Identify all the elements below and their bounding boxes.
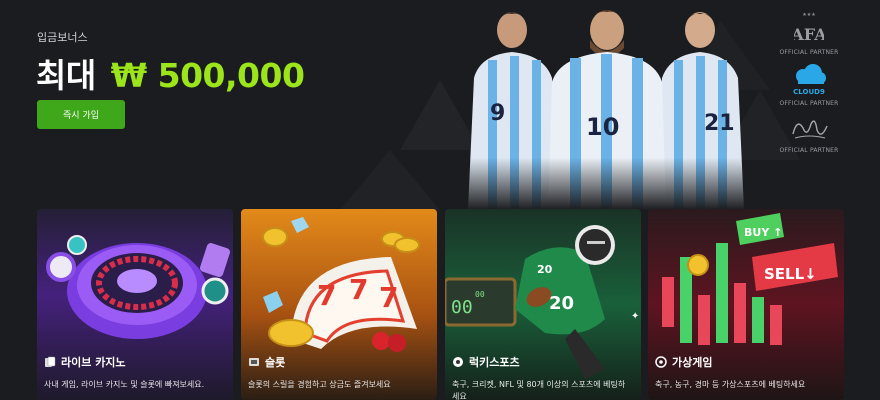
card-title: 가상게임: [655, 354, 840, 370]
card-title: 슬롯: [248, 354, 433, 370]
svg-text:CLOUD9: CLOUD9: [793, 88, 825, 96]
partner-signature: OFFICIAL PARTNER: [776, 114, 842, 154]
svg-text:SELL↓: SELL↓: [764, 265, 817, 283]
join-now-button[interactable]: 즉시 가입: [37, 100, 125, 129]
virtual-icon: [655, 356, 667, 368]
svg-text:20: 20: [549, 293, 574, 314]
card-live-casino[interactable]: 라이브 카지노 사내 게임, 라이브 카지노 및 슬롯에 빠져보세요.: [37, 209, 233, 400]
card-lucky-sports[interactable]: 00 00 20 20 ✦ 럭키스포츠 축구, 크리켓, NFL 및 80개 이…: [445, 209, 641, 400]
cloud9-logo-icon: CLOUD9: [793, 64, 826, 96]
hero-title-prefix: 최대: [36, 56, 96, 95]
slot-icon: [249, 358, 259, 366]
card-slots[interactable]: 7 7 7 슬롯 슬롯의 스릴을 경험하고 상금도 즐겨보세요: [241, 209, 437, 400]
hero-subtitle: 입금보너스: [37, 31, 88, 44]
svg-text:20: 20: [537, 263, 553, 276]
svg-text:7: 7: [379, 281, 398, 314]
partner-label: OFFICIAL PARTNER: [779, 147, 839, 154]
svg-text:AFA: AFA: [794, 25, 824, 44]
card-title: 럭키스포츠: [452, 354, 637, 370]
card-description: 슬롯의 스릴을 경험하고 상금도 즐겨보세요: [248, 380, 391, 389]
cards-icon: [45, 356, 56, 367]
svg-text:00: 00: [475, 290, 485, 299]
svg-text:00: 00: [451, 297, 473, 318]
partner-afa: ★★★ AFA OFFICIAL PARTNER: [776, 10, 842, 56]
card-description: 사내 게임, 라이브 카지노 및 슬롯에 빠져보세요.: [44, 380, 205, 389]
card-info: 슬롯 슬롯의 스릴을 경험하고 상금도 즐겨보세요: [248, 354, 433, 391]
hero-title: 최대 ₩ 500,000: [36, 49, 305, 97]
svg-text:7: 7: [317, 279, 336, 312]
card-info: 가상게임 축구, 농구, 경마 등 가상스포츠에 베팅하세요: [655, 354, 840, 391]
signature-logo-icon: [792, 120, 828, 139]
svg-text:7: 7: [349, 273, 368, 306]
players-illustration: 9 21 10: [460, 0, 760, 210]
card-title: 라이브 카지노: [44, 354, 229, 370]
card-info: 라이브 카지노 사내 게임, 라이브 카지노 및 슬롯에 빠져보세요.: [44, 354, 229, 391]
card-description: 축구, 크리켓, NFL 및 80개 이상의 스포츠에 베팅하 세요: [452, 380, 626, 400]
hero-amount: ₩ 500,000: [110, 56, 305, 95]
ball-icon: [453, 357, 463, 367]
card-virtual-games[interactable]: BUY ↑ SELL↓ 가상게임 축구, 농구, 경마 등 가상스포츠에 베팅하…: [648, 209, 844, 400]
afa-logo-icon: ★★★ AFA: [794, 12, 824, 44]
card-info: 럭키스포츠 축구, 크리켓, NFL 및 80개 이상의 스포츠에 베팅하 세요: [452, 354, 637, 400]
partner-cloud9: CLOUD9 OFFICIAL PARTNER: [776, 63, 842, 107]
card-description: 축구, 농구, 경마 등 가상스포츠에 베팅하세요: [655, 380, 806, 389]
partner-label: OFFICIAL PARTNER: [779, 100, 839, 107]
svg-text:★★★: ★★★: [802, 12, 816, 18]
partners-list: ★★★ AFA OFFICIAL PARTNER CLOUD9 OFFICIAL…: [776, 10, 842, 161]
svg-text:BUY ↑: BUY ↑: [744, 226, 782, 239]
svg-text:✦: ✦: [631, 311, 639, 322]
partner-label: OFFICIAL PARTNER: [779, 49, 839, 56]
